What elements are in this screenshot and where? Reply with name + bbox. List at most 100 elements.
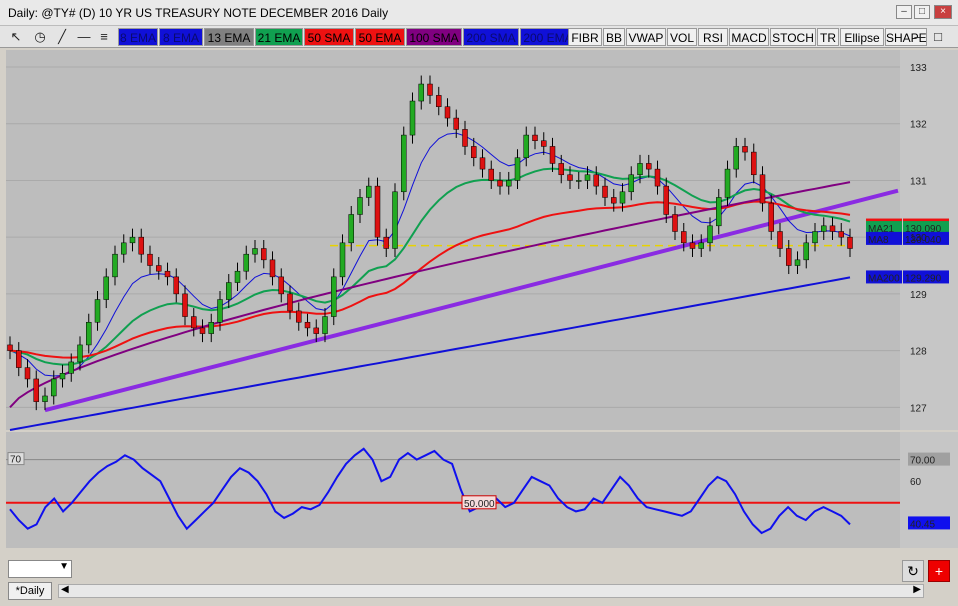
indicator-button[interactable]: 13 EMA — [204, 28, 254, 46]
candle-body — [77, 344, 83, 363]
candle-body — [436, 95, 442, 107]
rsi-left-label: 70 — [10, 455, 22, 466]
minimize-button[interactable]: – — [896, 5, 912, 19]
rsi-60-label: 60 — [910, 477, 922, 488]
ma-label-name: MA8 — [868, 235, 889, 246]
tab-daily[interactable]: *Daily — [8, 582, 52, 600]
candle-body — [401, 134, 407, 193]
chart-toolbar: ↖ ◷ ╱ — ≡ 8 EMA 8 EMA 13 EMA 21 EMA 50 SMA 50… — [0, 26, 958, 48]
candle-body — [768, 202, 774, 232]
candle-body — [794, 259, 801, 266]
candle-body — [646, 163, 652, 170]
candle-body — [628, 174, 634, 193]
study-button-ellipse[interactable]: Ellipse — [840, 28, 884, 46]
study-button-vwap[interactable]: VWAP — [626, 28, 666, 46]
candle-body — [226, 282, 232, 300]
candle-body — [611, 197, 617, 204]
candle-body — [663, 185, 669, 215]
candle-body — [296, 310, 302, 323]
scroll-left-icon[interactable]: ◀ — [61, 584, 69, 595]
line-tool-icon[interactable]: ╱ — [52, 28, 72, 46]
candle-body — [409, 100, 416, 136]
rsi-midline-label: 50.000 — [464, 499, 495, 510]
candle-body — [777, 231, 783, 249]
candle-body — [348, 214, 354, 244]
candle-body — [287, 293, 293, 312]
price-tick-label: 128 — [910, 347, 927, 358]
cursor-tool-icon[interactable]: ↖ — [6, 28, 26, 46]
indicator-button[interactable]: 8 EMA — [118, 28, 158, 46]
candle-body — [576, 180, 582, 182]
candle-body — [584, 174, 591, 181]
candle-body — [138, 236, 144, 255]
candle-body — [208, 321, 214, 334]
candle-body — [112, 253, 118, 278]
scroll-right-icon[interactable]: ▶ — [913, 584, 921, 595]
candle-body — [269, 259, 276, 278]
candle-body — [86, 321, 92, 346]
candle-body — [16, 350, 22, 368]
window-icon[interactable]: □ — [928, 28, 948, 46]
candle-body — [68, 361, 74, 374]
candle-body — [698, 242, 704, 249]
indicator-button[interactable]: 8 EMA — [159, 28, 203, 46]
candle-body — [733, 146, 739, 170]
study-button-rsi[interactable]: RSI — [698, 28, 728, 46]
candle-body — [217, 299, 223, 323]
indicator-button[interactable]: 21 EMA — [255, 28, 303, 46]
candle-body — [838, 231, 844, 238]
bar-tool-icon[interactable]: ≡ — [94, 28, 114, 46]
price-tick-label: 133 — [910, 63, 927, 74]
study-button-fibr[interactable]: FIBR — [568, 28, 602, 46]
candle-body — [514, 157, 521, 181]
candle-body — [689, 242, 696, 249]
candle-body — [278, 276, 284, 295]
ma-label-value: 129.290 — [905, 273, 942, 284]
ma-label-name: MA200 — [868, 273, 900, 284]
candle-body — [103, 276, 109, 300]
candle-body — [392, 191, 398, 249]
refresh-icon[interactable]: ↻ — [902, 560, 924, 582]
study-button-vol[interactable]: VOL — [667, 28, 697, 46]
candle-body — [506, 180, 512, 187]
candle-body — [313, 327, 319, 334]
candle-body — [427, 83, 433, 96]
candle-body — [532, 134, 538, 141]
candle-body — [94, 299, 101, 323]
add-icon[interactable]: + — [928, 560, 950, 582]
candle-body — [716, 197, 722, 227]
candle-body — [488, 168, 494, 181]
candle-body — [252, 248, 258, 255]
interval-dropdown[interactable]: ▼ — [8, 560, 72, 578]
candle-body — [497, 180, 503, 187]
price-tick-label: 129 — [910, 290, 927, 301]
study-button-tr[interactable]: TR — [817, 28, 839, 46]
candle-body — [681, 231, 687, 244]
rsi-axis — [900, 432, 958, 548]
study-button-macd[interactable]: MACD — [729, 28, 769, 46]
indicator-button[interactable]: 50 SMA — [304, 28, 354, 46]
candle-body — [59, 373, 66, 380]
candle-body — [724, 168, 731, 198]
candle-body — [619, 191, 626, 204]
candle-body — [366, 185, 372, 198]
study-button-stoch[interactable]: STOCH — [770, 28, 816, 46]
candle-body — [444, 106, 451, 119]
candle-body — [786, 248, 792, 266]
clock-icon[interactable]: ◷ — [30, 28, 50, 46]
price-tick-label: 127 — [910, 403, 927, 414]
candle-body — [199, 327, 206, 334]
candle-body — [471, 146, 477, 159]
minus-icon[interactable]: – — [908, 28, 928, 46]
indicator-button[interactable]: 200 SMA — [463, 28, 519, 46]
maximize-button[interactable]: □ — [914, 5, 930, 19]
horizontal-line-icon[interactable]: — — [74, 28, 94, 46]
horizontal-scrollbar[interactable]: ◀ ▶ — [58, 584, 924, 598]
close-button[interactable]: × — [934, 5, 952, 19]
study-button-bb[interactable]: BB — [603, 28, 625, 46]
candle-body — [637, 163, 643, 176]
candle-body — [812, 231, 818, 244]
candle-body — [707, 225, 713, 244]
indicator-button[interactable]: 100 SMA — [406, 28, 462, 46]
indicator-button[interactable]: 50 EMA — [355, 28, 405, 46]
